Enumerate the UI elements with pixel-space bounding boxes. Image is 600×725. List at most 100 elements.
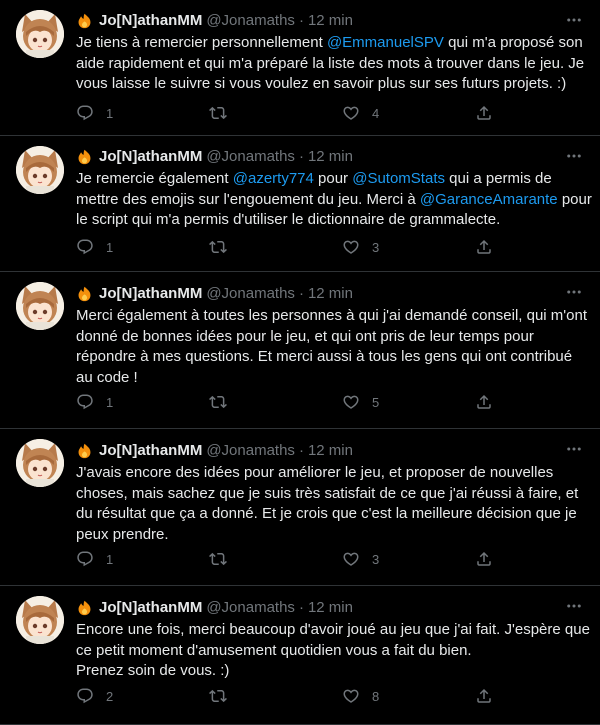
mention-link[interactable]: @EmmanuelSPV <box>327 34 444 51</box>
tweet[interactable]: Jo[N]athanMM @Jonamaths · 12 min Je reme… <box>0 136 600 272</box>
share-icon <box>477 688 491 703</box>
tweet-content: Jo[N]athanMM @Jonamaths · 12 min Encore … <box>76 597 590 682</box>
tweet-content: Jo[N]athanMM @Jonamaths · 12 min Je tien… <box>76 10 584 95</box>
mention-link[interactable]: @GaranceAmarante <box>420 191 558 208</box>
separator-dot: · <box>298 441 304 459</box>
tweet-actions: 1 5 <box>76 393 536 411</box>
timestamp[interactable]: 12 min <box>308 442 353 459</box>
share-button[interactable] <box>475 393 505 411</box>
reply-icon <box>77 394 93 410</box>
tweet-header: Jo[N]athanMM @Jonamaths · 12 min <box>76 440 584 460</box>
like-count: 8 <box>372 688 380 704</box>
tweet[interactable]: Jo[N]athanMM @Jonamaths · 12 min Encore … <box>0 586 600 725</box>
reply-count: 1 <box>106 551 114 567</box>
author-handle[interactable]: @Jonamaths <box>206 442 295 459</box>
fire-logo-icon <box>76 599 93 616</box>
tweet-content: Jo[N]athanMM @Jonamaths · 12 min J'avais… <box>76 440 584 545</box>
share-button[interactable] <box>475 104 505 122</box>
avatar[interactable] <box>16 596 64 644</box>
author-handle[interactable]: @Jonamaths <box>206 148 295 165</box>
author-name[interactable]: Jo[N]athanMM <box>99 599 202 616</box>
share-button[interactable] <box>475 550 505 568</box>
reply-count: 1 <box>106 394 114 410</box>
like-button[interactable]: 4 <box>342 104 475 122</box>
timestamp[interactable]: 12 min <box>308 12 353 29</box>
author-name[interactable]: Jo[N]athanMM <box>99 12 202 29</box>
reply-button[interactable]: 1 <box>76 393 209 411</box>
like-count: 3 <box>372 239 380 255</box>
author-name[interactable]: Jo[N]athanMM <box>99 285 202 302</box>
author-name[interactable]: Jo[N]athanMM <box>99 442 202 459</box>
reply-button[interactable]: 1 <box>76 550 209 568</box>
tweet-header: Jo[N]athanMM @Jonamaths · 12 min <box>76 597 584 617</box>
mention-link[interactable]: @SutomStats <box>352 170 445 187</box>
retweet-icon <box>209 106 227 120</box>
tweet-actions: 1 3 <box>76 238 536 256</box>
reply-icon <box>77 688 93 704</box>
tweet[interactable]: Jo[N]athanMM @Jonamaths · 12 min Je tien… <box>0 0 600 136</box>
retweet-button[interactable] <box>209 550 342 568</box>
like-button[interactable]: 8 <box>342 687 475 705</box>
like-button[interactable]: 3 <box>342 550 475 568</box>
more-icon[interactable] <box>564 596 584 616</box>
tweet-header: Jo[N]athanMM @Jonamaths · 12 min <box>76 283 584 303</box>
reply-button[interactable]: 2 <box>76 687 209 705</box>
more-icon[interactable] <box>564 146 584 166</box>
tweet-text-segment: Encore une fois, merci beaucoup d'avoir … <box>76 621 590 679</box>
separator-dot: · <box>298 284 304 302</box>
fire-logo-icon <box>76 285 93 302</box>
tweet-header: Jo[N]athanMM @Jonamaths · 12 min <box>76 10 584 30</box>
like-count: 5 <box>372 394 380 410</box>
reply-count: 2 <box>106 688 114 704</box>
like-count: 4 <box>372 105 380 121</box>
tweet-text: Je remercie également @azerty774 pour @S… <box>76 169 592 231</box>
tweet-text-segment: J'avais encore des idées pour améliorer … <box>76 464 583 543</box>
tweet[interactable]: Jo[N]athanMM @Jonamaths · 12 min Merci é… <box>0 272 600 429</box>
more-icon[interactable] <box>564 10 584 30</box>
tweet-text: Je tiens à remercier personnellement @Em… <box>76 33 592 95</box>
tweet[interactable]: Jo[N]athanMM @Jonamaths · 12 min J'avais… <box>0 429 600 586</box>
retweet-icon <box>209 552 227 566</box>
reply-button[interactable]: 1 <box>76 238 209 256</box>
reply-count: 1 <box>106 105 114 121</box>
timestamp[interactable]: 12 min <box>308 285 353 302</box>
mention-link[interactable]: @azerty774 <box>233 170 314 187</box>
tweet-text: J'avais encore des idées pour améliorer … <box>76 463 592 545</box>
reply-icon <box>77 239 93 255</box>
tweet-actions: 2 8 <box>76 687 536 705</box>
author-handle[interactable]: @Jonamaths <box>206 285 295 302</box>
tweet-text-segment: pour <box>313 170 353 187</box>
avatar[interactable] <box>16 439 64 487</box>
retweet-icon <box>209 689 227 703</box>
share-button[interactable] <box>475 238 505 256</box>
separator-dot: · <box>298 11 304 29</box>
timestamp[interactable]: 12 min <box>308 599 353 616</box>
more-icon[interactable] <box>564 439 584 459</box>
share-icon <box>477 394 491 409</box>
heart-icon <box>343 395 359 409</box>
reply-icon <box>77 105 93 121</box>
more-icon[interactable] <box>564 282 584 302</box>
fire-logo-icon <box>76 442 93 459</box>
author-name[interactable]: Jo[N]athanMM <box>99 148 202 165</box>
share-icon <box>477 551 491 566</box>
like-button[interactable]: 5 <box>342 393 475 411</box>
retweet-button[interactable] <box>209 393 342 411</box>
avatar[interactable] <box>16 10 64 58</box>
tweet-text: Merci également à toutes les personnes à… <box>76 306 592 388</box>
author-handle[interactable]: @Jonamaths <box>206 12 295 29</box>
share-button[interactable] <box>475 687 505 705</box>
like-button[interactable]: 3 <box>342 238 475 256</box>
tweet-actions: 1 4 <box>76 104 536 122</box>
retweet-icon <box>209 240 227 254</box>
retweet-button[interactable] <box>209 687 342 705</box>
retweet-button[interactable] <box>209 238 342 256</box>
author-handle[interactable]: @Jonamaths <box>206 599 295 616</box>
heart-icon <box>343 689 359 703</box>
reply-button[interactable]: 1 <box>76 104 209 122</box>
avatar[interactable] <box>16 146 64 194</box>
retweet-button[interactable] <box>209 104 342 122</box>
timestamp[interactable]: 12 min <box>308 148 353 165</box>
share-icon <box>477 105 491 120</box>
avatar[interactable] <box>16 282 64 330</box>
